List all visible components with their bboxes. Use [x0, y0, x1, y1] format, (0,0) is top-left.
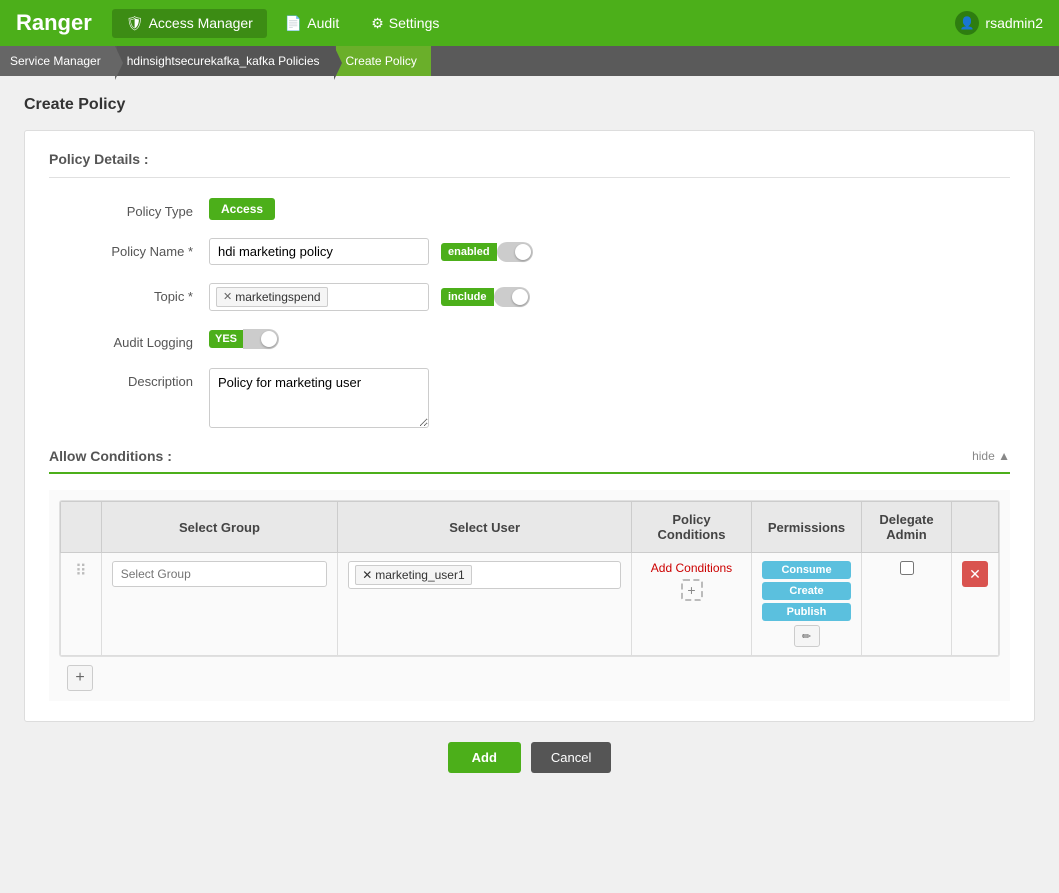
avatar: 👤	[955, 11, 979, 35]
audit-yes-badge: YES	[209, 330, 243, 348]
page-title: Create Policy	[24, 96, 1035, 114]
breadcrumb: Service Manager hdinsightsecurekafka_kaf…	[0, 46, 1059, 76]
conditions-cell: Add Conditions +	[632, 553, 752, 656]
perm-consume-badge[interactable]: Consume	[762, 561, 851, 579]
drag-handle-icon[interactable]: ⠿	[71, 559, 91, 584]
topic-tag-input[interactable]: ✕ marketingspend	[209, 283, 429, 311]
policy-type-row: Policy Type Access	[49, 198, 1010, 220]
conditions-table-wrap: Select Group Select User Policy Conditio…	[59, 500, 1000, 657]
conditions-outer: Select Group Select User Policy Conditio…	[49, 490, 1010, 701]
policy-name-label: Policy Name *	[49, 238, 209, 259]
add-row-button[interactable]: +	[67, 665, 93, 691]
enabled-toggle[interactable]	[497, 242, 533, 262]
remove-cell: ✕	[952, 553, 999, 656]
remove-row-button[interactable]: ✕	[962, 561, 988, 587]
add-conditions-link[interactable]: Add Conditions	[642, 561, 741, 575]
user-tag-value: marketing_user1	[375, 568, 464, 582]
permissions-cell: Consume Create Publish ✏	[752, 553, 862, 656]
shield-icon: 🛡	[126, 15, 144, 32]
cancel-button[interactable]: Cancel	[531, 742, 611, 773]
audit-logging-control: YES	[209, 329, 1010, 349]
user-tag-remove[interactable]: ✕	[362, 568, 372, 582]
add-conditions-plus-btn[interactable]: +	[681, 579, 703, 601]
breadcrumb-service-manager[interactable]: Service Manager	[0, 46, 115, 76]
description-control: Policy for marketing user	[209, 368, 1010, 428]
policy-type-control: Access	[209, 198, 1010, 220]
add-button[interactable]: Add	[448, 742, 521, 773]
user-select-cell: ✕ marketing_user1	[338, 553, 632, 656]
description-textarea[interactable]: Policy for marketing user	[209, 368, 429, 428]
breadcrumb-policies[interactable]: hdinsightsecurekafka_kafka Policies	[117, 46, 334, 76]
th-drag	[61, 502, 102, 553]
description-label: Description	[49, 368, 209, 389]
th-actions	[952, 502, 999, 553]
include-badge: include	[441, 288, 494, 306]
policy-type-badge: Access	[209, 198, 275, 220]
th-select-group: Select Group	[101, 502, 337, 553]
include-toggle-group[interactable]: include	[441, 287, 530, 307]
policy-details-section-header: Policy Details :	[49, 151, 1010, 178]
allow-conditions-section: Allow Conditions : hide ▲ Select Group S…	[49, 448, 1010, 701]
table-row: ⠿ ✕ marketing_user1	[61, 553, 999, 656]
th-delegate: Delegate Admin	[862, 502, 952, 553]
include-toggle[interactable]	[494, 287, 530, 307]
enabled-toggle-group[interactable]: enabled	[441, 242, 533, 262]
bottom-actions: Add Cancel	[24, 742, 1035, 773]
page-content: Create Policy Policy Details : Policy Ty…	[0, 76, 1059, 793]
audit-logging-row: Audit Logging YES	[49, 329, 1010, 350]
perm-publish-badge[interactable]: Publish	[762, 603, 851, 621]
breadcrumb-create-policy[interactable]: Create Policy	[336, 46, 431, 76]
delegate-cell	[862, 553, 952, 656]
conditions-table: Select Group Select User Policy Conditio…	[60, 501, 999, 656]
enabled-badge: enabled	[441, 243, 497, 261]
allow-conditions-header: Allow Conditions : hide ▲	[49, 448, 1010, 474]
th-select-user: Select User	[338, 502, 632, 553]
topic-tag-value: marketingspend	[235, 290, 320, 304]
nav-items: 🛡 Access Manager 📄 Audit ⚙ Settings	[112, 9, 956, 38]
audit-toggle[interactable]: YES	[209, 329, 279, 349]
file-icon: 📄	[285, 15, 302, 32]
user-tag: ✕ marketing_user1	[355, 565, 471, 585]
policy-name-control: enabled	[209, 238, 1010, 265]
policy-type-label: Policy Type	[49, 198, 209, 219]
perm-edit-button[interactable]: ✏	[794, 625, 820, 647]
nav-settings[interactable]: ⚙ Settings	[357, 9, 453, 38]
topic-label: Topic *	[49, 283, 209, 304]
gear-icon: ⚙	[371, 15, 384, 32]
group-select-cell	[101, 553, 337, 656]
brand-logo: Ranger	[16, 10, 92, 36]
drag-handle-cell: ⠿	[61, 553, 102, 656]
policy-name-input[interactable]	[209, 238, 429, 265]
audit-switch[interactable]	[243, 329, 279, 349]
topic-tag: ✕ marketingspend	[216, 287, 328, 307]
select-group-input[interactable]	[112, 561, 327, 587]
th-conditions: Policy Conditions	[632, 502, 752, 553]
top-nav: Ranger 🛡 Access Manager 📄 Audit ⚙ Settin…	[0, 0, 1059, 46]
topic-row: Topic * ✕ marketingspend include	[49, 283, 1010, 311]
nav-access-manager[interactable]: 🛡 Access Manager	[112, 9, 267, 38]
topic-tag-remove[interactable]: ✕	[223, 292, 232, 303]
main-card: Policy Details : Policy Type Access Poli…	[24, 130, 1035, 722]
perm-create-badge[interactable]: Create	[762, 582, 851, 600]
audit-logging-label: Audit Logging	[49, 329, 209, 350]
user-tag-input[interactable]: ✕ marketing_user1	[348, 561, 621, 589]
delegate-admin-checkbox[interactable]	[900, 561, 914, 575]
username: rsadmin2	[985, 15, 1043, 31]
nav-audit[interactable]: 📄 Audit	[271, 9, 353, 38]
user-section: 👤 rsadmin2	[955, 11, 1043, 35]
description-row: Description Policy for marketing user	[49, 368, 1010, 428]
policy-name-row: Policy Name * enabled	[49, 238, 1010, 265]
hide-conditions-link[interactable]: hide ▲	[972, 449, 1010, 463]
th-permissions: Permissions	[752, 502, 862, 553]
allow-conditions-title: Allow Conditions :	[49, 448, 172, 464]
topic-control: ✕ marketingspend include	[209, 283, 1010, 311]
